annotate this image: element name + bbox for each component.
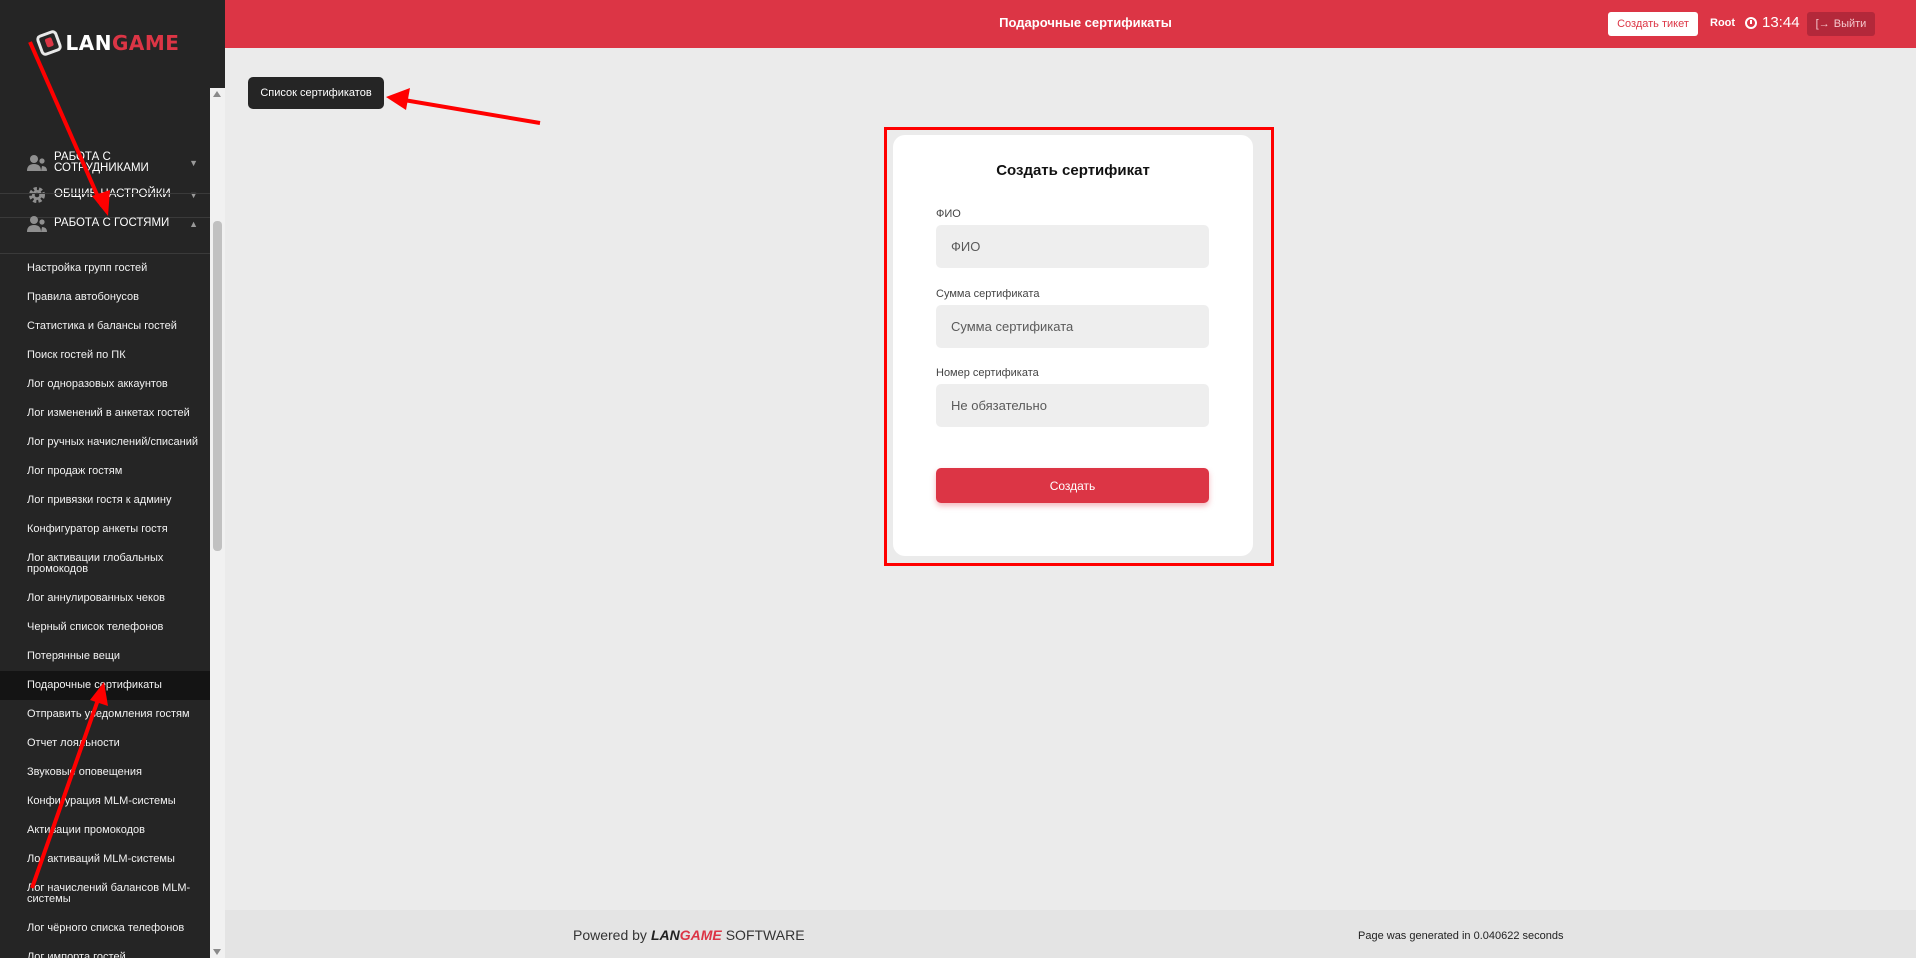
user-name[interactable]: Root [1710, 17, 1735, 29]
sidebar-item[interactable]: Лог активаций MLM-системы [0, 845, 210, 874]
sidebar-item[interactable]: Правила автобонусов [0, 283, 210, 312]
sidebar-menu: Настройка групп гостей Правила автобонус… [0, 254, 210, 958]
fio-label: ФИО [936, 208, 961, 220]
logout-icon: [→ [1815, 18, 1830, 30]
sidebar-item[interactable]: Лог аннулированных чеков [0, 584, 210, 613]
sidebar-item[interactable]: Потерянные вещи [0, 642, 210, 671]
scrollbar-thumb[interactable] [213, 221, 222, 551]
sidebar-item[interactable]: Поиск гостей по ПК [0, 341, 210, 370]
annotation-arrowhead [386, 88, 410, 110]
fio-input[interactable] [936, 225, 1209, 268]
sidebar-item[interactable]: Активации промокодов [0, 816, 210, 845]
sidebar-item[interactable]: Конфигуратор анкеты гостя [0, 515, 210, 544]
logo-text: LANGAME [65, 31, 180, 55]
sidebar-item[interactable]: Лог начислений балансов MLM-системы [0, 874, 210, 914]
number-label: Номер сертификата [936, 367, 1039, 379]
sidebar-scrollbar[interactable] [210, 88, 225, 958]
sidebar-section-label: Работа с гостями [54, 217, 170, 229]
sidebar-item[interactable]: Статистика и балансы гостей [0, 312, 210, 341]
footer: Powered by LANGAME SOFTWARE Page was gen… [225, 910, 1916, 958]
sidebar-item-gift-certificates[interactable]: Подарочные сертификаты [0, 671, 210, 700]
sidebar-section-guests[interactable]: Работа с гостями ▲ [0, 194, 210, 254]
users-icon [26, 152, 48, 174]
sidebar-item[interactable]: Настройка групп гостей [0, 254, 210, 283]
create-certificate-form: Создать сертификат ФИО Сумма сертификата… [893, 135, 1253, 556]
sidebar-item[interactable]: Конфигурация MLM-системы [0, 787, 210, 816]
sidebar-item[interactable]: Лог привязки гостя к админу [0, 486, 210, 515]
powered-by: Powered by LANGAME SOFTWARE [573, 927, 805, 943]
number-input[interactable] [936, 384, 1209, 427]
form-title: Создать сертификат [996, 162, 1150, 179]
sidebar-section-staff[interactable]: Работа с сотрудниками ▼ [0, 132, 210, 194]
logout-label: Выйти [1833, 18, 1867, 30]
clock: 13:44 [1745, 14, 1800, 31]
scroll-up-icon[interactable] [213, 91, 221, 97]
logo[interactable]: LANGAME [0, 0, 225, 86]
create-ticket-button[interactable]: Создать тикет [1608, 12, 1698, 36]
clock-time: 13:44 [1762, 14, 1800, 31]
scroll-down-icon[interactable] [213, 949, 221, 955]
sidebar: LANGAME Общие настройки ▼ Работа с сотру… [0, 0, 225, 958]
sidebar-item[interactable]: Отправить уведомления гостям [0, 700, 210, 729]
sidebar-item[interactable]: Звуковые оповещения [0, 758, 210, 787]
sidebar-item[interactable]: Лог активации глобальных промокодов [0, 544, 210, 584]
logout-button[interactable]: [→ Выйти [1807, 12, 1875, 36]
sidebar-item[interactable]: Лог импорта гостей [0, 943, 210, 958]
top-bar: Подарочные сертификаты Создать тикет Roo… [225, 0, 1916, 48]
footer-logo: LANGAME [650, 927, 722, 943]
sidebar-item[interactable]: Лог ручных начислений/списаний [0, 428, 210, 457]
create-button[interactable]: Создать [936, 468, 1209, 503]
sidebar-item[interactable]: Лог изменений в анкетах гостей [0, 399, 210, 428]
chevron-down-icon: ▼ [189, 157, 198, 168]
sidebar-item[interactable]: Лог чёрного списка телефонов [0, 914, 210, 943]
sidebar-section-label: Работа с сотрудниками [54, 150, 149, 174]
amount-label: Сумма сертификата [936, 288, 1040, 300]
annotation-arrow [397, 97, 541, 125]
sidebar-item[interactable]: Лог продаж гостям [0, 457, 210, 486]
generation-time: Page was generated in 0.040622 seconds [1358, 930, 1564, 942]
certificate-list-button[interactable]: Список сертификатов [248, 77, 384, 109]
users-icon [26, 213, 48, 235]
clock-icon [1745, 16, 1757, 29]
sidebar-item[interactable]: Отчет лояльности [0, 729, 210, 758]
amount-input[interactable] [936, 305, 1209, 348]
logo-icon [34, 28, 63, 58]
sidebar-item[interactable]: Лог одноразовых аккаунтов [0, 370, 210, 399]
sidebar-item[interactable]: Черный список телефонов [0, 613, 210, 642]
chevron-up-icon: ▲ [189, 218, 198, 229]
